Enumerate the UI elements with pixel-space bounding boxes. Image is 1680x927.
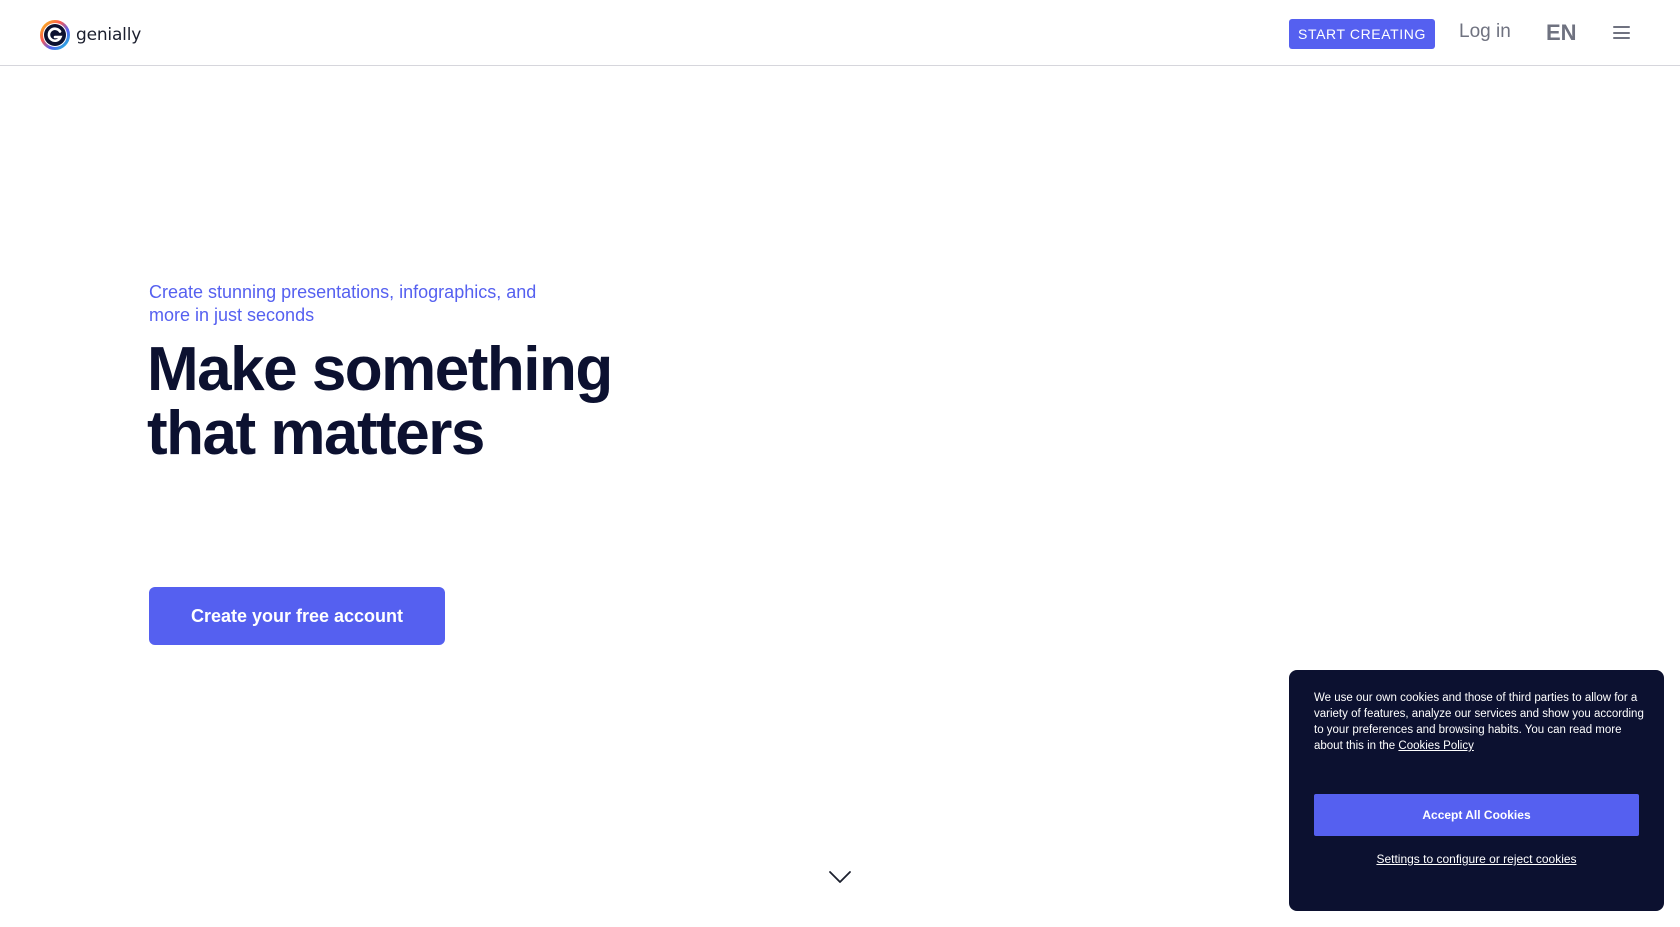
accept-all-cookies-button[interactable]: Accept All Cookies: [1314, 794, 1639, 836]
hero-title: Make something that matters: [147, 338, 747, 466]
hero-title-line-1: Make something: [147, 335, 613, 404]
cookie-consent-banner: We use our own cookies and those of thir…: [1289, 670, 1664, 911]
hero-subtitle: Create stunning presentations, infograph…: [149, 282, 537, 325]
cookie-notice-text: We use our own cookies and those of thir…: [1314, 690, 1646, 754]
start-creating-button[interactable]: START CREATING: [1289, 19, 1435, 49]
site-header: genially START CREATING Log in EN: [0, 0, 1680, 66]
hamburger-menu-icon[interactable]: [1613, 26, 1630, 39]
cookie-notice-body: We use our own cookies and those of thir…: [1314, 692, 1644, 752]
genially-logo[interactable]: genially: [40, 20, 141, 50]
create-free-account-button[interactable]: Create your free account: [149, 587, 445, 645]
genially-logo-icon: [40, 20, 70, 50]
chevron-down-icon[interactable]: [828, 869, 852, 885]
login-link[interactable]: Log in: [1459, 21, 1511, 43]
cookie-settings-link[interactable]: Settings to configure or reject cookies: [1289, 852, 1664, 866]
language-selector[interactable]: EN: [1546, 20, 1577, 46]
hero-title-line-2: that matters: [147, 399, 485, 468]
logo-wordmark: genially: [76, 25, 142, 45]
cookies-policy-link[interactable]: Cookies Policy: [1398, 740, 1473, 752]
